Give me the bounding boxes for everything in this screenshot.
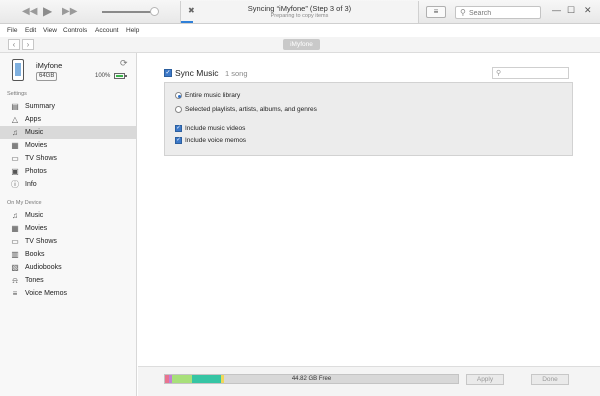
info-icon: ⓘ [11,180,19,189]
sidebar-item-label: TV Shows [25,155,57,162]
on-my-device-header: On My Device [7,200,42,206]
include-music-videos-label: Include music videos [185,125,246,132]
apps-icon: △ [11,115,19,124]
include-voice-memos-label: Include voice memos [185,137,247,144]
device-item-label: Tones [25,277,44,284]
include-music-videos-checkbox[interactable]: ✓ [175,125,182,132]
sync-options-panel: Entire music library Selected playlists,… [164,82,573,156]
entire-library-label: Entire music library [185,92,241,99]
settings-header: Settings [7,91,27,97]
sidebar-item-info[interactable]: ⓘ Info [0,178,136,191]
audiobook-icon: ▧ [11,263,19,272]
sidebar-item-label: Info [25,181,37,188]
iphone-icon [12,59,24,81]
device-item-label: Books [25,251,45,258]
sidebar-item-apps[interactable]: △ Apps [0,113,136,126]
sidebar-item-music[interactable]: ♫ Music [0,126,136,139]
song-count: 1 song [225,69,248,78]
device-item-tv-shows[interactable]: ▭ TV Shows [0,235,136,248]
sidebar-item-label: Movies [25,142,48,149]
sync-status-subtitle: Preparing to copy items [270,13,329,19]
top-toolbar: ◀◀ ▶ ▶▶ ✖ Syncing “iMyfone” (Step 3 of 3… [0,0,600,24]
volume-slider[interactable] [102,11,154,13]
battery-icon [114,73,127,79]
sidebar-item-label: Music [25,129,44,136]
close-icon[interactable]: ✕ [584,5,592,16]
sidebar-item-tv-shows[interactable]: ▭ TV Shows [0,152,136,165]
play-icon[interactable]: ▶ [43,5,52,17]
device-item-tones[interactable]: ⍾ Tones [0,274,136,287]
menu-edit[interactable]: Edit [25,27,36,34]
device-item-audiobooks[interactable]: ▧ Audiobooks [0,261,136,274]
device-name: iMyfone [36,61,63,70]
status-display: ✖ Syncing “iMyfone” (Step 3 of 3) Prepar… [180,1,419,23]
apply-button[interactable]: Apply [466,374,504,385]
forward-button[interactable]: › [22,39,34,50]
battery-percentage: 100% [95,73,111,79]
sidebar-item-photos[interactable]: ▣ Photos [0,165,136,178]
sidebar-item-label: Photos [25,168,47,175]
sidebar-item-label: Summary [25,103,55,110]
device-item-movies[interactable]: ▦ Movies [0,222,136,235]
sync-music-label: Sync Music [175,68,219,78]
storage-capacity-bar: 44.82 GB Free [164,374,459,384]
back-button[interactable]: ‹ [8,39,20,50]
music-search-field[interactable]: ⚲ [492,67,569,79]
storage-free-label: 44.82 GB Free [291,376,332,382]
maximize-icon[interactable]: ☐ [567,5,575,16]
summary-icon: ▤ [11,102,19,111]
fast-forward-icon[interactable]: ▶▶ [62,6,77,18]
menu-help[interactable]: Help [126,27,139,34]
include-voice-memos-checkbox[interactable]: ✓ [175,137,182,144]
menu-controls[interactable]: Controls [63,27,87,34]
device-item-label: Audiobooks [25,264,62,271]
device-capacity: 64GB [36,72,58,81]
volume-knob[interactable] [150,7,159,16]
sidebar-item-summary[interactable]: ▤ Summary [0,100,136,113]
device-item-label: Music [25,212,44,219]
music-icon: ♫ [12,128,18,137]
film-icon: ▦ [11,224,19,233]
selected-items-radio[interactable] [175,106,182,113]
device-item-label: TV Shows [25,238,57,245]
menu-bar: File Edit View Controls Account Help [0,24,600,37]
navigation-bar: ‹ › iMyfone [0,37,600,53]
list-view-button[interactable]: ≡ [426,6,446,18]
sidebar-item-label: Apps [25,116,41,123]
search-icon: ⚲ [460,8,466,17]
device-item-books[interactable]: ▥ Books [0,248,136,261]
tv-icon: ▭ [11,154,19,163]
done-button[interactable]: Done [531,374,569,385]
music-icon: ♫ [12,211,18,220]
sync-icon[interactable]: ⟳ [120,58,128,69]
sync-status-title: Syncing “iMyfone” (Step 3 of 3) [247,4,352,13]
menu-view[interactable]: View [43,27,57,34]
sync-progress-bar [181,21,193,23]
rewind-icon[interactable]: ◀◀ [22,6,37,18]
device-button[interactable]: iMyfone [283,39,320,50]
minimize-icon[interactable]: — [552,5,561,15]
entire-library-radio[interactable] [175,92,182,99]
voice-memo-icon: ≡ [12,289,18,298]
camera-icon: ▣ [11,167,19,176]
search-box[interactable]: ⚲ [455,6,541,19]
sync-music-checkbox[interactable]: ✓ [164,69,172,77]
device-item-voice-memos[interactable]: ≡ Voice Memos [0,287,136,300]
device-item-label: Movies [25,225,48,232]
bell-icon: ⍾ [12,276,18,285]
search-input[interactable] [469,8,539,18]
selected-items-label: Selected playlists, artists, albums, and… [185,106,317,113]
book-icon: ▥ [11,250,19,259]
menu-account[interactable]: Account [95,27,119,34]
sidebar-item-movies[interactable]: ▦ Movies [0,139,136,152]
menu-file[interactable]: File [7,27,17,34]
battery-level [116,75,123,77]
search-icon: ⚲ [496,70,502,77]
device-item-label: Voice Memos [25,290,68,297]
tv-icon: ▭ [11,237,19,246]
device-item-music[interactable]: ♫ Music [0,209,136,222]
sidebar: iMyfone ⟳ 64GB 100% Settings ▤ Summary △ Ap… [0,53,137,396]
film-icon: ▦ [11,141,19,150]
